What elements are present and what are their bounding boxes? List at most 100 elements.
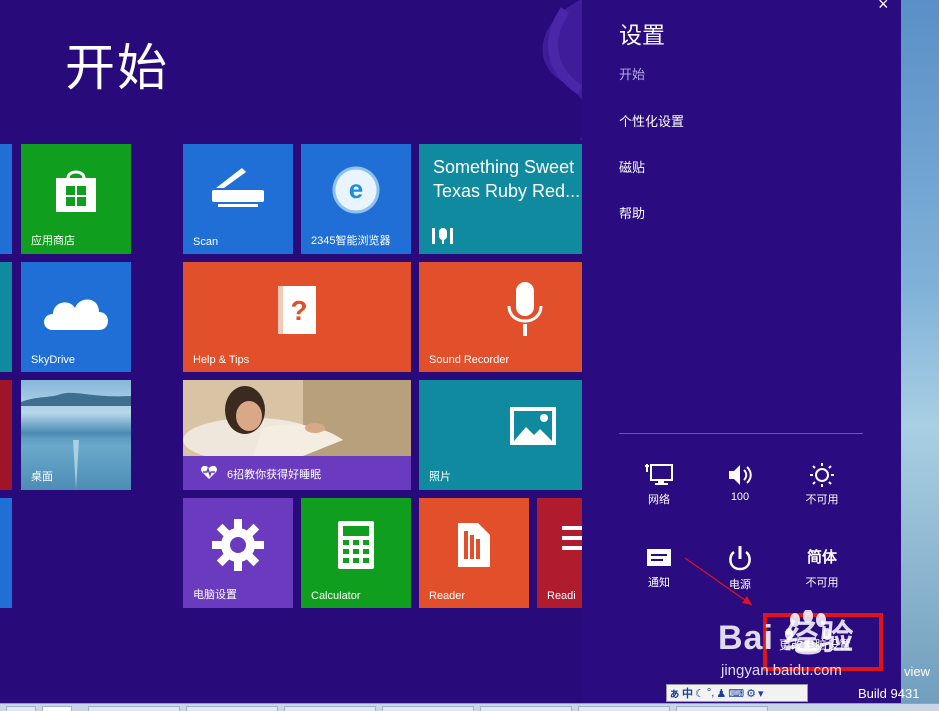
cloud-icon — [44, 299, 108, 331]
network-button[interactable]: 网络 — [629, 462, 689, 507]
taskbar-item[interactable] — [186, 706, 278, 711]
settings-charm-pane: 设置 开始 个性化设置 磁贴 帮助 网络 100 不可用 通知 电源 简体 不可… — [582, 0, 901, 711]
personalize-link[interactable]: 个性化设置 — [619, 111, 684, 130]
taskbar-item[interactable] — [284, 706, 376, 711]
tile-sound-recorder[interactable]: Sound Recorder — [419, 262, 582, 372]
help-link[interactable]: 帮助 — [619, 203, 645, 222]
charm-context: 开始 — [619, 67, 646, 82]
tile-partial-3[interactable] — [0, 380, 12, 490]
news-headline-line2: Texas Ruby Red... — [433, 181, 581, 201]
close-icon[interactable]: × — [878, 0, 889, 15]
news-headline-line1: Something Sweet — [433, 157, 575, 177]
notifications-button[interactable]: 通知 — [629, 545, 689, 590]
scanner-icon — [212, 168, 264, 207]
taskbar — [0, 703, 939, 711]
taskbar-item[interactable] — [382, 706, 474, 711]
taskbar-item[interactable] — [480, 706, 572, 711]
tile-label: Calculator — [311, 590, 361, 602]
microphone-icon — [507, 282, 543, 337]
brightness-icon — [810, 463, 834, 487]
taskbar-item[interactable] — [42, 706, 72, 711]
watermark-url: jingyan.baidu.com — [721, 662, 842, 679]
sleep-caption: 6招教你获得好睡眠 — [227, 469, 322, 481]
user-icon[interactable]: ♟ — [716, 687, 726, 700]
input-method-label: 不可用 — [805, 577, 839, 589]
watermark-brand: Bai 经验 — [718, 619, 855, 657]
tile-reader[interactable]: Reader — [419, 498, 529, 608]
photos-icon — [510, 407, 557, 446]
taskbar-item[interactable] — [578, 706, 670, 711]
tile-label: 照片 — [429, 471, 451, 483]
volume-label: 100 — [730, 491, 750, 503]
tile-pc-settings[interactable]: 电脑设置 — [183, 498, 293, 608]
charm-divider — [619, 433, 863, 434]
settings-icon[interactable]: ⚙ — [746, 687, 756, 700]
charm-title: 设置 — [619, 22, 665, 48]
svg-text:e: e — [349, 174, 363, 204]
notifications-icon — [647, 549, 671, 566]
volume-icon — [729, 465, 752, 485]
network-icon — [645, 464, 673, 485]
tile-partial-4[interactable] — [0, 498, 12, 608]
desktop-background-edge: view Build 9431 — [858, 0, 939, 711]
food-icon — [432, 228, 453, 244]
tile-2345-browser[interactable]: e 2345智能浏览器 — [301, 144, 411, 254]
tile-label: 2345智能浏览器 — [311, 235, 391, 247]
tile-scan[interactable]: Scan — [183, 144, 293, 254]
keyboard-icon[interactable]: ⌨ — [728, 687, 744, 700]
build-watermark-view: view — [904, 664, 931, 679]
power-icon — [729, 546, 751, 571]
tile-store[interactable]: 应用商店 — [21, 144, 131, 254]
browser-e-icon: e — [332, 166, 380, 214]
taskbar-item[interactable] — [88, 706, 180, 711]
power-label: 电源 — [729, 579, 751, 591]
ime-toolbar: ぁ 中 ☾ °, ♟ ⌨ ⚙ ▾ — [666, 684, 808, 702]
tile-news[interactable]: Something Sweet Texas Ruby Red... — [419, 144, 582, 254]
notifications-label: 通知 — [648, 577, 670, 589]
tile-label: SkyDrive — [31, 354, 76, 366]
calculator-icon — [338, 521, 374, 570]
tile-help-tips[interactable]: ? Help & Tips — [183, 262, 411, 372]
background-swirl — [542, 0, 582, 140]
brightness-button[interactable]: 不可用 — [792, 462, 852, 507]
tile-label: Reader — [429, 590, 466, 602]
store-icon — [56, 170, 96, 213]
tile-label: Help & Tips — [193, 354, 250, 366]
input-method-button[interactable]: 简体 不可用 — [792, 545, 852, 590]
tile-label: Scan — [193, 236, 219, 248]
tile-partial-2[interactable] — [0, 262, 12, 372]
tile-label: 电脑设置 — [193, 589, 237, 601]
start-title: 开始 — [65, 40, 169, 96]
tile-label: Sound Recorder — [429, 354, 510, 366]
tile-label: 桌面 — [31, 471, 53, 483]
reader-icon — [458, 523, 490, 568]
punctuation-icon[interactable]: °, — [707, 687, 714, 699]
tiles-link[interactable]: 磁贴 — [619, 157, 645, 176]
taskbar-item[interactable] — [676, 706, 768, 711]
tile-calculator[interactable]: Calculator — [301, 498, 411, 608]
chevron-down-icon[interactable]: ▾ — [758, 687, 764, 700]
ime-mode-button[interactable]: 中 — [682, 685, 693, 701]
network-label: 网络 — [648, 494, 670, 506]
brightness-label: 不可用 — [805, 494, 839, 506]
reading-list-icon — [562, 526, 582, 550]
tile-reading-list[interactable]: Readi — [537, 498, 582, 608]
build-watermark-build: Build 9431 — [858, 686, 920, 701]
tile-partial-1[interactable] — [0, 144, 12, 254]
help-book-icon: ? — [278, 286, 316, 335]
tile-skydrive[interactable]: SkyDrive — [21, 262, 131, 372]
tile-sleep-article[interactable]: 6招教你获得好睡眠 — [183, 380, 411, 490]
sleeping-woman-photo — [183, 380, 411, 456]
input-method-text: 简体 — [806, 549, 837, 566]
volume-button[interactable]: 100 — [710, 462, 770, 503]
svg-text:?: ? — [290, 295, 307, 326]
power-button[interactable]: 电源 — [710, 545, 770, 592]
heartbeat-icon — [201, 465, 217, 479]
ime-logo-icon[interactable]: ぁ — [669, 685, 680, 701]
tile-desktop[interactable]: 桌面 — [21, 380, 131, 490]
tile-photos[interactable]: 照片 — [419, 380, 582, 490]
tile-label: 应用商店 — [31, 235, 75, 247]
moon-icon[interactable]: ☾ — [695, 687, 705, 700]
taskbar-item[interactable] — [6, 706, 36, 711]
tile-label: Readi — [547, 590, 576, 602]
